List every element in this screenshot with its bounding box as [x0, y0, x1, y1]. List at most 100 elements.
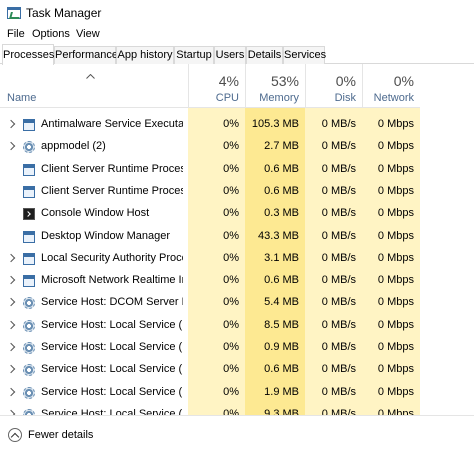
- process-name: Service Host: Local Service (Net...: [41, 341, 183, 353]
- expand-chevron-icon[interactable]: [6, 387, 16, 396]
- cpu-value: 0%: [223, 251, 239, 264]
- process-row[interactable]: Service Host: Local Service (10) 0% 8.5 MB…: [0, 315, 420, 337]
- disk-label: Disk: [334, 92, 356, 104]
- network-value: 0 Mbps: [377, 296, 414, 309]
- header-cpu[interactable]: 4% CPU: [188, 64, 245, 107]
- memory-value: 0.6 MB: [264, 162, 299, 175]
- tab-services[interactable]: Services: [283, 46, 326, 64]
- process-row[interactable]: Service Host: Local Service (Net... 0% 0.6…: [0, 359, 420, 381]
- network-value: 0 Mbps: [377, 140, 414, 153]
- gear-icon: [23, 364, 35, 377]
- network-value: 0 Mbps: [377, 207, 414, 220]
- network-value: 0 Mbps: [377, 274, 414, 287]
- process-row[interactable]: Service Host: Local Service (Net... 0% 9.3…: [0, 404, 420, 415]
- cpu-value: 0%: [223, 296, 239, 309]
- memory-value: 0.9 MB: [264, 341, 299, 353]
- process-name: Local Security Authority Proces...: [41, 251, 183, 264]
- network-value: 0 Mbps: [377, 184, 414, 197]
- process-name: Microsoft Network Realtime Ins...: [41, 274, 183, 287]
- cpu-value: 0%: [223, 140, 239, 153]
- process-name: Client Server Runtime Process: [41, 162, 183, 175]
- header-memory[interactable]: 53% Memory: [245, 64, 305, 107]
- memory-value: 0.6 MB: [264, 184, 299, 197]
- disk-value: 0 MB/s: [321, 385, 356, 398]
- disk-value: 0 MB/s: [321, 184, 356, 197]
- cpu-value: 0%: [223, 407, 239, 415]
- process-row[interactable]: Local Security Authority Proces... 0% 3.1 …: [0, 248, 420, 270]
- expand-chevron-icon[interactable]: [6, 275, 16, 285]
- collapse-chevron-icon[interactable]: [8, 428, 22, 442]
- process-row[interactable]: Service Host: Local Service (Net... 0% 0.9…: [0, 337, 420, 359]
- expand-chevron-icon[interactable]: [6, 298, 16, 307]
- cpu-value: 0%: [223, 363, 239, 376]
- memory-value: 1.9 MB: [264, 385, 299, 398]
- tab-details[interactable]: Details: [246, 46, 283, 64]
- disk-total: 0%: [335, 73, 356, 89]
- tab-users[interactable]: Users: [214, 46, 246, 64]
- gear-icon: [23, 141, 35, 154]
- memory-total: 53%: [270, 73, 299, 89]
- expand-chevron-icon[interactable]: [6, 142, 16, 151]
- expand-chevron-icon[interactable]: [6, 119, 16, 129]
- disk-value: 0 MB/s: [321, 341, 356, 353]
- process-row[interactable]: Client Server Runtime Process 0% 0.6 MB 0 M…: [0, 181, 420, 203]
- network-value: 0 Mbps: [377, 341, 414, 353]
- sort-ascending-icon[interactable]: [86, 74, 95, 79]
- memory-value: 43.3 MB: [258, 229, 299, 242]
- process-row[interactable]: Client Server Runtime Process 0% 0.6 MB 0 M…: [0, 159, 420, 181]
- process-row[interactable]: Desktop Window Manager 0% 43.3 MB 0 MB/s 0 M…: [0, 226, 420, 248]
- menu-view[interactable]: View: [76, 28, 100, 40]
- header-name[interactable]: Name: [7, 92, 36, 104]
- network-total: 0%: [393, 73, 414, 89]
- disk-value: 0 MB/s: [321, 363, 356, 376]
- process-name: Console Window Host: [41, 207, 150, 220]
- gear-icon: [23, 342, 35, 354]
- disk-value: 0 MB/s: [321, 407, 356, 415]
- process-name: Service Host: Local Service (Net...: [41, 407, 183, 415]
- fewer-details-link[interactable]: Fewer details: [28, 429, 93, 441]
- column-header: Name 4% CPU 53% Memory 0% Disk 0% Networ…: [0, 64, 420, 108]
- process-row[interactable]: Antimalware Service Executable 0% 105.3 MB…: [0, 114, 420, 136]
- process-row[interactable]: Console Window Host 0% 0.3 MB 0 MB/s 0 Mbps: [0, 203, 420, 225]
- process-name: Service Host: Local Service (Net...: [41, 385, 183, 398]
- process-row[interactable]: Microsoft Network Realtime Ins... 0% 0.6 M…: [0, 270, 420, 292]
- process-name: Antimalware Service Executable: [41, 118, 183, 130]
- expand-chevron-icon[interactable]: [6, 320, 16, 329]
- menu-bar: File Options View: [0, 26, 474, 44]
- process-name: Service Host: Local Service (Net...: [41, 363, 183, 376]
- expand-chevron-icon[interactable]: [6, 365, 16, 374]
- disk-value: 0 MB/s: [321, 251, 356, 264]
- memory-value: 2.7 MB: [264, 140, 299, 153]
- tab-processes[interactable]: Processes: [2, 44, 54, 65]
- disk-value: 0 MB/s: [321, 296, 356, 309]
- process-name: Client Server Runtime Process: [41, 184, 183, 197]
- memory-value: 5.4 MB: [264, 296, 299, 309]
- process-name: Service Host: DCOM Server Pro...: [41, 296, 183, 309]
- window-icon: [23, 185, 35, 198]
- cpu-value: 0%: [223, 385, 239, 398]
- memory-value: 0.6 MB: [264, 363, 299, 376]
- tab-startup[interactable]: Startup: [174, 46, 214, 64]
- window-icon: [23, 252, 35, 265]
- cpu-label: CPU: [215, 92, 239, 104]
- tab-performance[interactable]: Performance: [54, 46, 118, 64]
- window-icon: [23, 163, 35, 176]
- cpu-value: 0%: [223, 229, 239, 242]
- disk-value: 0 MB/s: [321, 207, 356, 220]
- expand-chevron-icon[interactable]: [6, 253, 16, 263]
- header-disk[interactable]: 0% Disk: [305, 64, 362, 107]
- process-row[interactable]: Service Host: DCOM Server Pro... 0% 5.4 MB…: [0, 292, 420, 314]
- footer: Fewer details: [0, 415, 474, 454]
- gear-icon: [23, 297, 35, 310]
- disk-value: 0 MB/s: [321, 318, 356, 331]
- process-row[interactable]: Service Host: Local Service (Net... 0% 1.9…: [0, 382, 420, 404]
- process-row[interactable]: appmodel (2) 0% 2.7 MB 0 MB/s 0 Mbps: [0, 136, 420, 158]
- header-network[interactable]: 0% Network: [362, 64, 420, 107]
- tab-app-history[interactable]: App history: [116, 46, 174, 64]
- menu-file[interactable]: File: [7, 28, 25, 40]
- cpu-value: 0%: [223, 318, 239, 331]
- disk-value: 0 MB/s: [321, 229, 356, 242]
- menu-options[interactable]: Options: [32, 28, 70, 40]
- expand-chevron-icon[interactable]: [6, 342, 16, 352]
- memory-value: 0.6 MB: [264, 274, 299, 287]
